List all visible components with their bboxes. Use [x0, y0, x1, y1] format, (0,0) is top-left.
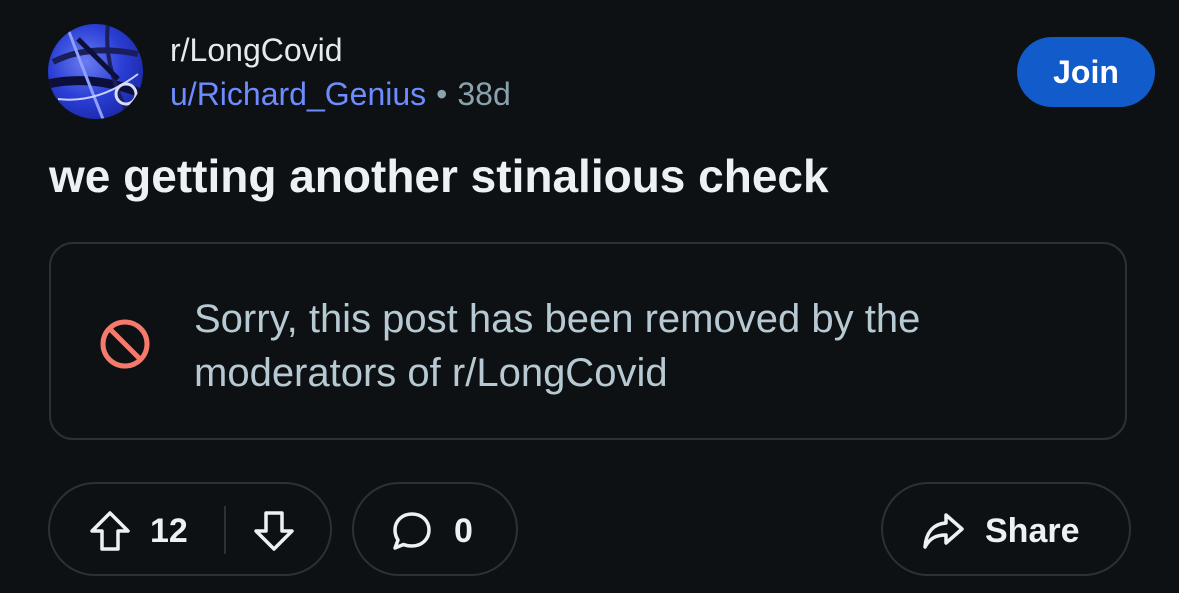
avatar-image [48, 24, 143, 119]
username-link[interactable]: u/Richard_Genius [170, 76, 426, 112]
arrow-up-icon[interactable] [88, 509, 132, 553]
action-bar: 12 0 Share [48, 482, 1131, 578]
post-header: r/LongCovid u/Richard_Genius • 38d Join [48, 24, 1155, 124]
byline: u/Richard_Genius • 38d [170, 74, 511, 114]
join-button[interactable]: Join [1017, 37, 1155, 107]
arrow-down-icon[interactable] [252, 509, 296, 553]
speech-bubble-icon [393, 512, 431, 550]
post-meta: r/LongCovid u/Richard_Genius • 38d [170, 30, 511, 114]
share-arrow-icon [923, 513, 964, 549]
comments-button[interactable]: 0 [352, 482, 518, 576]
share-button[interactable]: Share [881, 482, 1131, 576]
post-age: 38d [457, 76, 511, 112]
separator-dot: • [436, 76, 448, 112]
vote-control: 12 [48, 482, 332, 576]
share-label: Share [985, 512, 1080, 550]
post-title[interactable]: we getting another stinalious check [49, 148, 829, 204]
removed-notice-text: Sorry, this post has been removed by the… [194, 297, 921, 395]
vote-divider [224, 506, 226, 554]
subreddit-name[interactable]: r/LongCovid [170, 30, 511, 70]
removed-notice: Sorry, this post has been removed by the… [49, 242, 1127, 440]
prohibited-icon [100, 319, 150, 369]
vote-count: 12 [150, 512, 188, 550]
subreddit-avatar[interactable] [48, 24, 143, 119]
comment-count: 0 [454, 512, 473, 550]
